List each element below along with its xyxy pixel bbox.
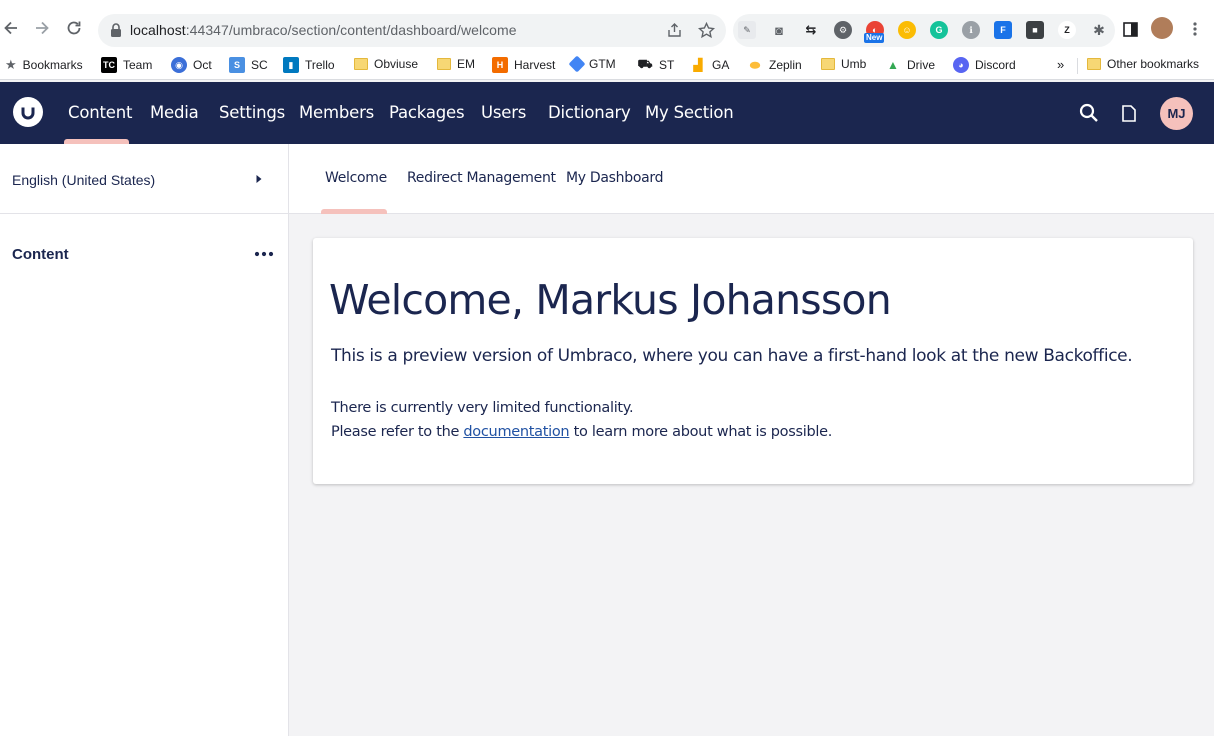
search-icon[interactable] <box>1079 103 1099 123</box>
section-members[interactable]: Members <box>299 103 374 122</box>
star-icon: ★ <box>5 57 17 72</box>
arrow-left-icon <box>4 21 17 35</box>
caret-right-icon <box>256 175 262 183</box>
bookmark-item[interactable]: S SC <box>229 57 268 73</box>
logo-mark <box>21 107 35 120</box>
extension-icon[interactable]: ■ <box>1026 21 1044 39</box>
tab-redirect-management[interactable]: Redirect Management <box>407 170 556 186</box>
dashboard-tabs: Welcome Redirect Management My Dashboard <box>289 144 1214 214</box>
url-text: localhost:44347/umbraco/section/content/… <box>130 22 517 38</box>
tab-welcome[interactable]: Welcome <box>325 170 387 186</box>
section-dictionary[interactable]: Dictionary <box>548 103 631 122</box>
bookmark-item[interactable]: ◕ Discord <box>953 57 1016 73</box>
bookmark-item[interactable]: ▮ Trello <box>283 57 335 73</box>
bookmarks-overflow-button[interactable]: » <box>1057 57 1064 72</box>
extension-icon[interactable]: ☺ <box>898 21 916 39</box>
reload-button[interactable] <box>63 17 85 39</box>
language-label: English (United States) <box>12 172 156 188</box>
extension-icon[interactable]: ✎ <box>738 21 756 39</box>
tab-my-dashboard[interactable]: My Dashboard <box>566 170 663 186</box>
folder-icon <box>1087 58 1101 70</box>
documentation-link[interactable]: documentation <box>463 424 569 440</box>
bookmark-item[interactable]: Obviuse <box>354 57 418 71</box>
extension-icon[interactable]: ℹ <box>962 21 980 39</box>
tree-title: Content <box>12 246 69 263</box>
section-packages[interactable]: Packages <box>389 103 465 122</box>
folder-icon <box>354 58 368 70</box>
bookmark-item[interactable]: EM <box>437 57 475 71</box>
user-avatar[interactable]: MJ <box>1160 97 1193 130</box>
analytics-icon: ▟ <box>693 58 703 72</box>
welcome-line-1: There is currently very limited function… <box>331 400 634 416</box>
welcome-line-2: Please refer to the documentation to lea… <box>331 424 833 440</box>
harvest-icon: H <box>492 57 508 73</box>
bookmarks-bar: ★ Bookmarks TC Team ◉ Oct S SC ▮ Trello Obviu… <box>0 50 1214 80</box>
gtm-icon <box>568 55 586 73</box>
zeplin-icon: ⬬ <box>749 57 761 72</box>
section-media[interactable]: Media <box>150 103 199 122</box>
bookmark-item[interactable]: ▟ GA <box>690 57 729 73</box>
star-icon[interactable] <box>698 22 715 39</box>
grammarly-icon[interactable]: G <box>930 21 948 39</box>
bookmark-item[interactable]: GTM <box>568 55 616 73</box>
more-options-icon[interactable] <box>254 250 274 258</box>
bookmark-item[interactable]: TC Team <box>101 57 152 73</box>
other-bookmarks[interactable]: Other bookmarks <box>1087 57 1199 71</box>
address-bar[interactable]: localhost:44347/umbraco/section/content/… <box>98 14 726 47</box>
welcome-lead: This is a preview version of Umbraco, wh… <box>331 346 1133 366</box>
forward-button[interactable] <box>31 17 53 39</box>
profile-avatar-icon[interactable] <box>1151 17 1173 39</box>
kebab-menu-icon[interactable] <box>1189 21 1201 37</box>
trello-icon: ▮ <box>283 57 299 73</box>
sc-icon: S <box>229 57 245 73</box>
section-settings[interactable]: Settings <box>219 103 285 122</box>
puzzle-icon[interactable]: ✱ <box>1090 21 1108 39</box>
share-icon[interactable] <box>666 22 683 39</box>
active-tab-indicator <box>321 209 387 214</box>
gear-icon[interactable]: ⚙ <box>834 21 852 39</box>
umbraco-logo-icon[interactable] <box>13 97 43 127</box>
extension-icon[interactable]: F <box>994 21 1012 39</box>
bookmark-item[interactable]: ▲ Drive <box>885 57 935 73</box>
divider <box>1077 58 1078 74</box>
bookmark-item[interactable]: H Harvest <box>492 57 555 73</box>
language-picker[interactable]: English (United States) <box>0 144 288 214</box>
camera-icon[interactable]: ◙ <box>770 21 788 39</box>
bookmark-item[interactable]: Umb <box>821 57 866 71</box>
extensions-bar: ✎ ◙ ⇆ ⚙ ◐ ☺ G ℹ F ■ Z ✱ <box>733 14 1115 47</box>
octopus-icon: ◉ <box>171 57 187 73</box>
arrow-right-icon <box>36 21 49 35</box>
tractor-icon: ⛟ <box>637 57 653 71</box>
folder-icon <box>821 58 835 70</box>
bookmark-item[interactable]: ★ Bookmarks <box>5 57 83 73</box>
section-users[interactable]: Users <box>481 103 526 122</box>
welcome-body: There is currently very limited function… <box>331 396 832 444</box>
extension-icon[interactable]: Z <box>1058 21 1076 39</box>
reload-icon <box>67 21 81 35</box>
app-header: Content Media Settings Members Packages … <box>0 82 1214 144</box>
extension-icon[interactable]: ⇆ <box>802 21 820 39</box>
welcome-card: Welcome, Markus Johansson This is a prev… <box>313 238 1193 484</box>
discord-icon: ◕ <box>953 57 969 73</box>
teamcity-icon: TC <box>101 57 117 73</box>
section-my-section[interactable]: My Section <box>645 103 734 122</box>
folder-icon <box>437 58 451 70</box>
bookmark-item[interactable]: ◉ Oct <box>171 57 212 73</box>
document-icon[interactable] <box>1122 105 1136 122</box>
back-button[interactable] <box>0 17 22 39</box>
bookmark-item[interactable]: ⬬ Zeplin <box>747 57 802 73</box>
sidepanel-icon[interactable] <box>1123 22 1138 37</box>
welcome-title: Welcome, Markus Johansson <box>329 276 892 324</box>
section-content[interactable]: Content <box>68 103 132 122</box>
bookmark-item[interactable]: ⛟ ST <box>637 57 674 73</box>
new-badge: New <box>864 33 885 43</box>
sidebar: English (United States) Content <box>0 144 289 736</box>
lock-icon <box>111 23 121 37</box>
browser-toolbar: localhost:44347/umbraco/section/content/… <box>0 0 1214 50</box>
drive-icon: ▲ <box>887 58 899 72</box>
